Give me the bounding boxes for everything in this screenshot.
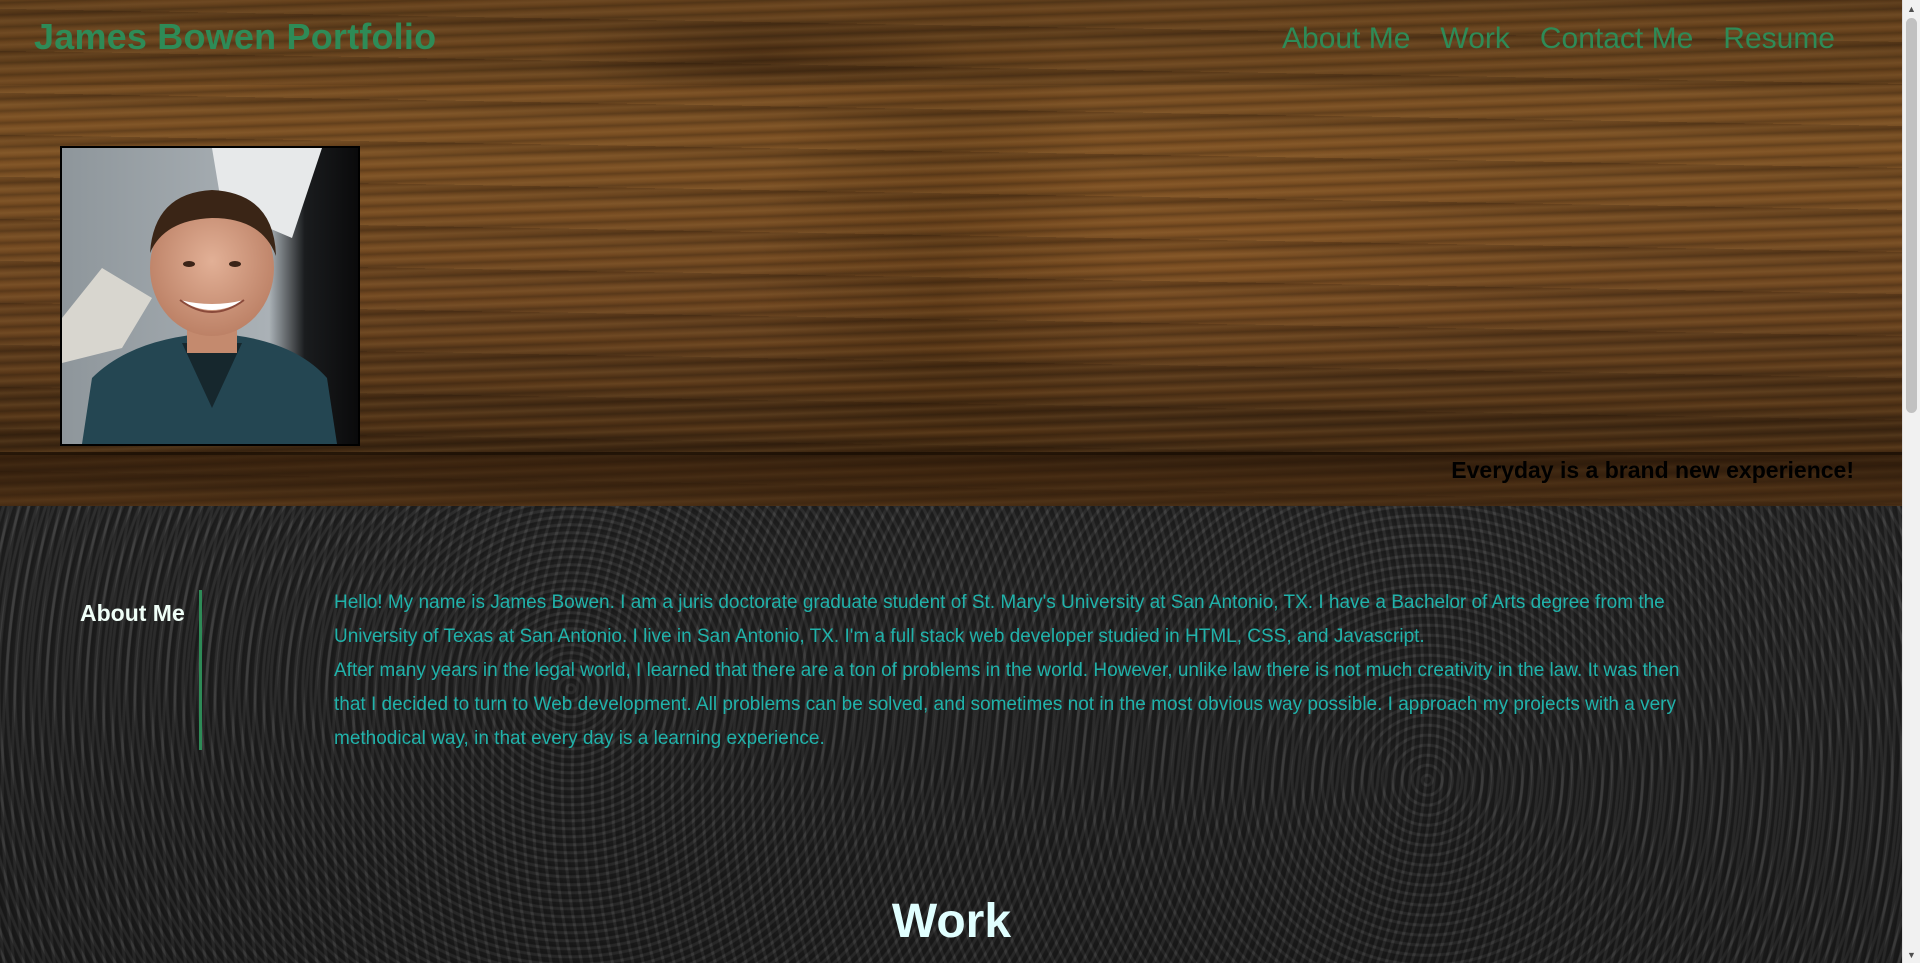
nav-link-about-me[interactable]: About Me xyxy=(1282,22,1410,56)
about-me-divider xyxy=(199,590,202,750)
scroll-up-arrow-icon[interactable]: ▲ xyxy=(1903,0,1920,17)
top-navbar: James Bowen Portfolio About Me Work Cont… xyxy=(0,0,1903,85)
portfolio-page: James Bowen Portfolio About Me Work Cont… xyxy=(0,0,1920,963)
nav-link-resume[interactable]: Resume xyxy=(1723,22,1835,56)
scroll-down-arrow-icon[interactable]: ▼ xyxy=(1903,946,1920,963)
main-content-section: About Me Hello! My name is James Bowen. … xyxy=(0,506,1903,963)
about-me-paragraph-1: Hello! My name is James Bowen. I am a ju… xyxy=(334,592,1665,647)
about-me-text: Hello! My name is James Bowen. I am a ju… xyxy=(334,586,1714,756)
profile-photo-illustration xyxy=(62,148,358,444)
scroll-thumb[interactable] xyxy=(1906,18,1917,413)
nav-link-work[interactable]: Work xyxy=(1440,22,1509,56)
hero-section: James Bowen Portfolio About Me Work Cont… xyxy=(0,0,1903,506)
about-me-paragraph-2: After many years in the legal world, I l… xyxy=(334,660,1680,749)
work-heading: Work xyxy=(891,895,1012,948)
main-nav: About Me Work Contact Me Resume xyxy=(1282,22,1835,56)
hero-tagline: Everyday is a brand new experience! xyxy=(1451,457,1854,483)
profile-photo xyxy=(60,146,360,446)
nav-link-contact-me[interactable]: Contact Me xyxy=(1540,22,1693,56)
vertical-scrollbar[interactable]: ▲ ▼ xyxy=(1902,0,1920,963)
about-me-heading: About Me xyxy=(80,600,185,626)
site-title[interactable]: James Bowen Portfolio xyxy=(34,16,436,58)
